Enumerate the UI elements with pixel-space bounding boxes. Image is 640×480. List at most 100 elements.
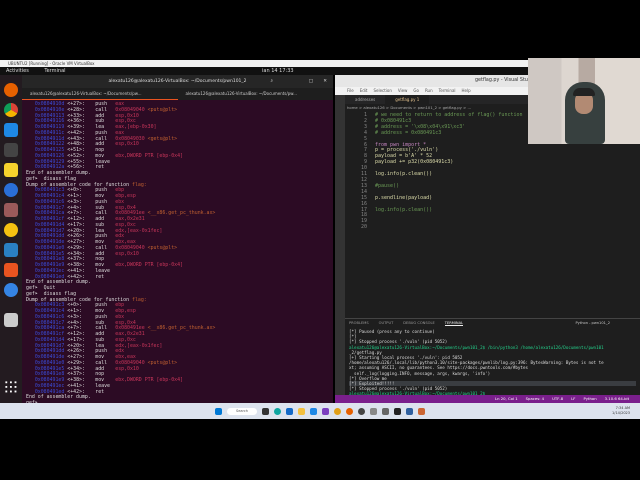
terminal-tab[interactable]: alexatu126@alexatu126-VirtualBox: ~/Docu… bbox=[178, 88, 334, 100]
app-icon[interactable] bbox=[418, 407, 425, 415]
menu-view[interactable]: View bbox=[398, 87, 408, 95]
vscode-taskbar-icon[interactable] bbox=[310, 407, 317, 415]
thunderbird-icon[interactable] bbox=[4, 183, 18, 197]
clock[interactable]: ian 14 17:33 bbox=[262, 67, 294, 75]
terminal-taskbar-icon[interactable] bbox=[394, 407, 401, 415]
maximize-icon[interactable]: □ bbox=[309, 75, 313, 88]
asm-opcode: ret bbox=[95, 388, 105, 395]
trash-icon[interactable] bbox=[4, 313, 18, 327]
system-clock[interactable]: 7:34 AM 1/14/2023 bbox=[612, 406, 630, 415]
virtualbox-icon[interactable] bbox=[406, 407, 413, 415]
taskview-icon[interactable] bbox=[262, 407, 269, 415]
calculator-icon[interactable] bbox=[4, 163, 18, 177]
code-editor[interactable]: 1 # we need to return to address of flag(… bbox=[345, 112, 535, 231]
terminal-icon[interactable] bbox=[4, 143, 18, 157]
activity-bar[interactable] bbox=[335, 95, 345, 395]
status-item[interactable]: 3.10.6 64-bit bbox=[605, 395, 629, 403]
panel-shell-label[interactable]: Python - pwn101_2 bbox=[576, 321, 610, 325]
status-item[interactable]: Ln 20, Col 1 bbox=[495, 395, 518, 403]
tab-getflag[interactable]: getflag.py 1 bbox=[385, 95, 430, 104]
chrome-taskbar-icon[interactable] bbox=[334, 407, 341, 415]
rhythmbox-icon[interactable] bbox=[4, 223, 18, 237]
status-item[interactable]: LF bbox=[571, 395, 575, 403]
line-number: 20 bbox=[360, 224, 367, 231]
menu-file[interactable]: File bbox=[347, 87, 354, 95]
virtualbox-title: UBUNTU2 [Running] - Oracle VM VirtualBox bbox=[0, 60, 528, 67]
vscode-icon[interactable] bbox=[4, 123, 18, 137]
function-ref: <__x86.get_pc_thunk.ax> bbox=[147, 325, 216, 332]
code-text: p.sendline(payload) bbox=[375, 194, 433, 201]
webcam-beanie bbox=[573, 88, 595, 96]
store-icon[interactable] bbox=[286, 407, 293, 415]
status-bar: Ln 20, Col 1 Spaces: 4 UTF-8 LF Python 3.10.6… bbox=[335, 395, 640, 403]
function-ref: <puts@plt> bbox=[147, 244, 178, 251]
files-icon[interactable] bbox=[4, 203, 18, 217]
close-icon[interactable]: ✕ bbox=[323, 75, 327, 88]
firefox-taskbar-icon[interactable] bbox=[346, 407, 353, 415]
visualstudio-icon[interactable] bbox=[322, 407, 329, 415]
code-line: 20 bbox=[345, 224, 535, 231]
terminal-output-line: alexatu126@alexatu126-VirtualBox:~/Docum… bbox=[349, 344, 604, 350]
code-text: log.info(p.clean()) bbox=[375, 171, 433, 178]
code-text: log.info(p.clean()) bbox=[375, 206, 433, 213]
help-icon[interactable] bbox=[4, 283, 18, 297]
start-icon[interactable] bbox=[215, 407, 222, 415]
function-ref: <gets@plt> bbox=[147, 135, 178, 142]
search-icon[interactable]: ⌕ bbox=[270, 75, 273, 88]
panel-tab-terminal[interactable]: TERMINAL bbox=[444, 321, 464, 326]
activities-button[interactable]: Activities bbox=[6, 68, 29, 74]
menu-selection[interactable]: Selection bbox=[373, 87, 391, 95]
terminal-title: alexatu126@alexatu126-VirtualBox: ~/Docu… bbox=[108, 79, 247, 84]
ubuntu-top-bar: Activities Terminal ian 14 17:33 bbox=[0, 67, 528, 75]
code-text: #pause() bbox=[375, 182, 400, 189]
asm-opcode: ret bbox=[95, 164, 105, 171]
code-text: # address = 0x080491c3 bbox=[375, 129, 442, 136]
terminal-app-menu[interactable]: Terminal bbox=[44, 68, 65, 74]
function-ref: <puts@plt> bbox=[147, 106, 178, 113]
code-text: payload += p32(0x080491c3) bbox=[375, 159, 454, 166]
edge-icon[interactable] bbox=[274, 407, 281, 415]
chrome-icon[interactable] bbox=[4, 103, 18, 117]
function-ref: flag: bbox=[132, 296, 147, 303]
terminal-tab[interactable]: alexatu126@alexatu126-VirtualBox: ~/Docu… bbox=[22, 88, 178, 100]
status-item[interactable]: Spaces: 4 bbox=[526, 395, 544, 403]
asm-args: ebx,DWORD PTR [ebp-0x4] bbox=[115, 152, 183, 159]
panel-tab-problems[interactable]: PROBLEMS bbox=[349, 321, 369, 326]
asm-args: ebx,DWORD PTR [ebp-0x4] bbox=[115, 262, 183, 268]
panel-tab-output[interactable]: OUTPUT bbox=[379, 321, 394, 326]
status-item[interactable]: UTF-8 bbox=[552, 395, 563, 403]
function-ref: <puts@plt> bbox=[147, 359, 178, 366]
integrated-terminal[interactable]: [*] Paused (press any to continue) [*] [*]… bbox=[345, 328, 640, 398]
terminal-titlebar: alexatu126@alexatu126-VirtualBox: ~/Docu… bbox=[22, 75, 333, 88]
show-apps-icon[interactable] bbox=[4, 380, 18, 394]
app-icon[interactable] bbox=[370, 407, 377, 415]
calculator-taskbar-icon[interactable] bbox=[382, 407, 389, 415]
asm-args: esp,0x10 bbox=[115, 141, 139, 148]
explorer-icon[interactable] bbox=[298, 407, 305, 415]
panel-tab-debug-console[interactable]: DEBUG CONSOLE bbox=[403, 321, 434, 326]
menu-help[interactable]: Help bbox=[462, 87, 471, 95]
asm-opcode: ret bbox=[95, 273, 105, 280]
terminal-tabs: alexatu126@alexatu126-VirtualBox: ~/Docu… bbox=[22, 88, 333, 100]
firefox-icon[interactable] bbox=[4, 83, 18, 97]
software-icon[interactable] bbox=[4, 263, 18, 277]
terminal-window[interactable]: alexatu126@alexatu126-VirtualBox: ~/Docu… bbox=[22, 75, 333, 406]
asm-args: esp,0x10 bbox=[115, 250, 139, 257]
breadcrumb[interactable]: home > alexatu126 > Documents > pwn101_2… bbox=[345, 104, 471, 111]
taskbar-search[interactable]: Search bbox=[227, 407, 257, 415]
status-item[interactable]: Python bbox=[583, 395, 596, 403]
date: 1/14/2023 bbox=[612, 410, 630, 415]
function-ref: <__x86.get_pc_thunk.ax> bbox=[147, 210, 216, 217]
menu-terminal[interactable]: Terminal bbox=[439, 87, 456, 95]
writer-icon[interactable] bbox=[4, 243, 18, 257]
bottom-panel: PROBLEMS OUTPUT DEBUG CONSOLE TERMINAL Pyth… bbox=[345, 318, 640, 398]
menu-edit[interactable]: Edit bbox=[360, 87, 368, 95]
obs-icon[interactable] bbox=[358, 407, 365, 415]
menu-go[interactable]: Go bbox=[413, 87, 419, 95]
tab-addresses[interactable]: addresses bbox=[345, 95, 385, 104]
function-ref: flag: bbox=[132, 181, 147, 188]
asm-args: ebx,DWORD PTR [ebp-0x4] bbox=[115, 377, 183, 383]
asm-args: esp,0x10 bbox=[115, 365, 139, 372]
terminal-output[interactable]: 0x0804910d <+27>: push eax 0x0804910e <+28… bbox=[22, 100, 333, 409]
menu-run[interactable]: Run bbox=[425, 87, 433, 95]
